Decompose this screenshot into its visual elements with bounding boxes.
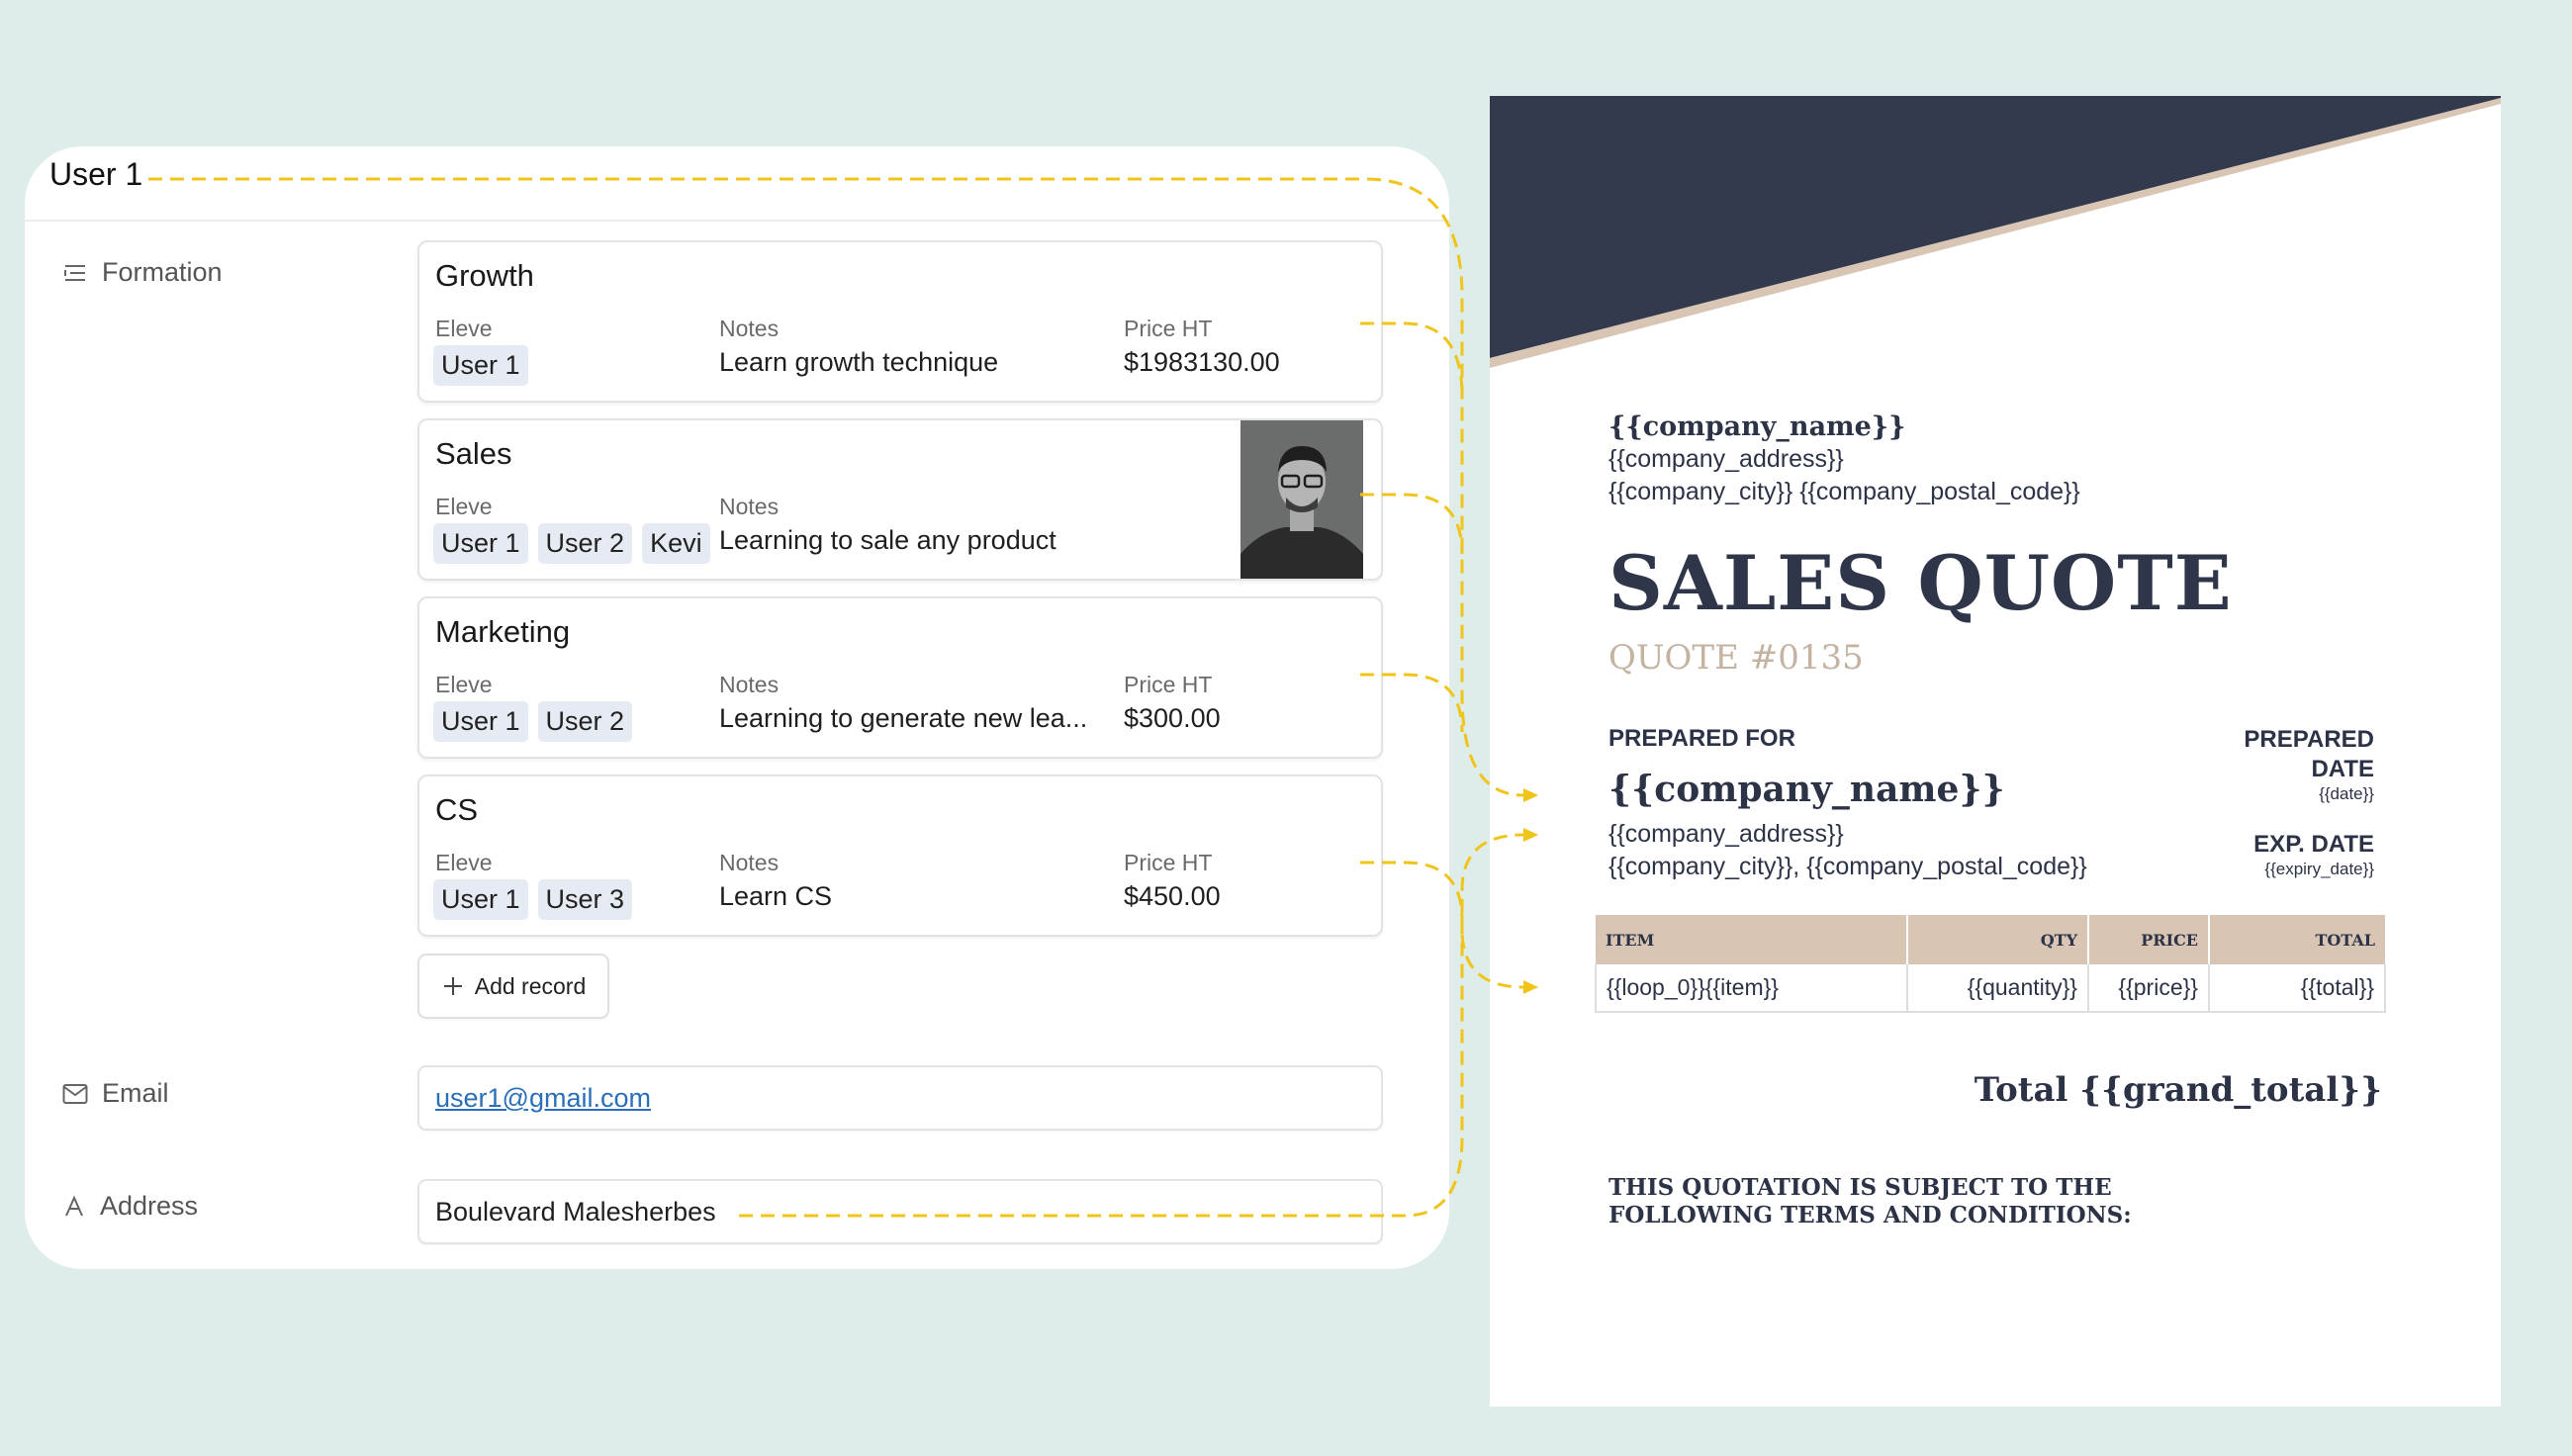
connector-cs xyxy=(1360,861,1524,989)
arrow-head-icon xyxy=(1523,828,1538,842)
arrow-head-icon xyxy=(1523,980,1538,994)
connector-marketing xyxy=(1360,673,1464,733)
connector-address xyxy=(739,833,1524,1218)
connector-growth xyxy=(1360,321,1464,397)
arrow-head-icon xyxy=(1523,788,1538,802)
mapping-connectors xyxy=(148,177,1538,1218)
connector-title xyxy=(148,177,1524,797)
connector-sales xyxy=(1360,493,1464,555)
